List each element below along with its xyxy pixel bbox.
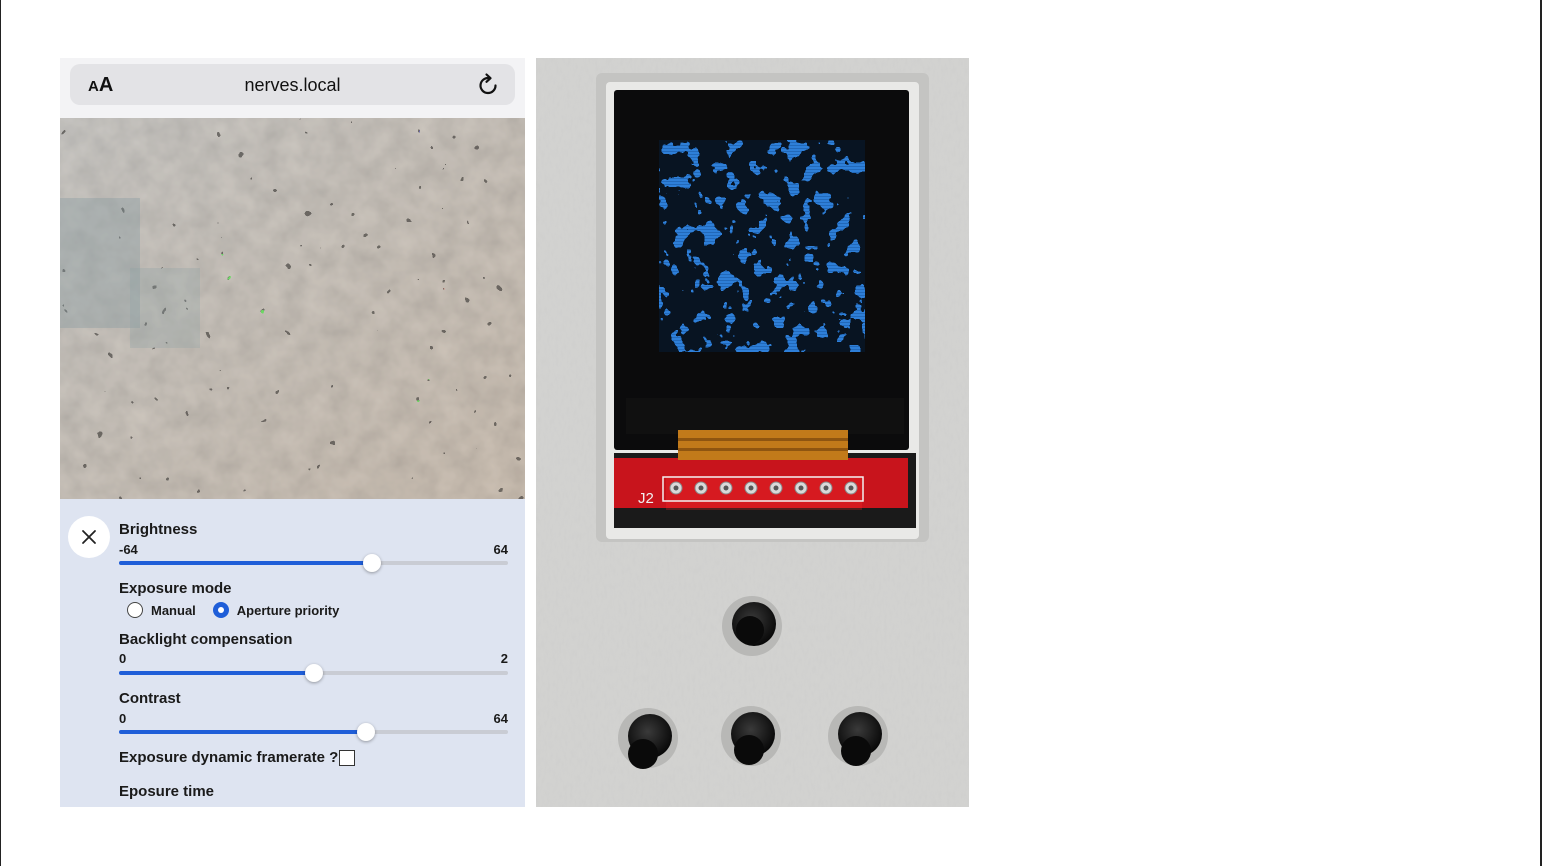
header-pin-hole [773,485,779,491]
header-pin-hole [848,485,854,491]
oled-screen [659,140,865,352]
exposure-dynamic-framerate-checkbox[interactable] [339,750,355,766]
url-text[interactable]: nerves.local [70,75,515,96]
pcb-j2-label: J2 [638,490,654,507]
header-pin-hole [698,485,704,491]
backlight-compensation-label: Backlight compensation [119,631,293,648]
header-pin-hole [748,485,754,491]
button-right[interactable] [828,706,888,766]
slider-thumb[interactable] [304,664,323,682]
header-pin-hole [723,485,729,491]
slider-thumb[interactable] [362,554,381,572]
device-photo: J2 [536,58,969,807]
slider-fill [119,730,366,734]
radio-manual-label[interactable]: Manual [151,603,196,618]
radio-aperture-priority[interactable] [212,602,229,618]
button-up[interactable] [722,596,782,656]
slider-fill [119,561,372,565]
address-bar[interactable]: AA nerves.local [70,64,515,105]
radio-manual[interactable] [127,602,143,618]
header-pin-hole [823,485,829,491]
phone-screenshot: AA nerves.local Brightness -64 64 Exposu… [60,58,525,807]
brightness-label: Brightness [119,521,198,538]
exposure-mode-label: Exposure mode [119,580,232,597]
slider-fill [119,671,314,675]
left-border [0,0,1,866]
contrast-label: Contrast [119,690,181,707]
close-button[interactable] [68,516,110,558]
flex-cable [678,430,848,460]
reload-icon[interactable] [475,72,501,98]
header-pin-hole [798,485,804,491]
exposure-time-label: Eposure time [119,783,215,800]
backlight-compensation-slider[interactable] [119,664,508,682]
camera-controls-panel: Brightness -64 64 Exposure mode Manual A… [60,499,525,807]
button-center[interactable] [721,706,781,766]
slider-thumb[interactable] [357,723,375,741]
camera-preview [60,118,525,499]
header-pin-hole [673,485,679,491]
close-icon [82,530,96,544]
exposure-dynamic-framerate-label: Exposure dynamic framerate ? [119,749,339,766]
exposure-mode-radio-group: Manual Aperture priority [127,600,356,620]
contrast-slider[interactable] [119,723,508,741]
brightness-slider[interactable] [119,554,508,572]
radio-aperture-priority-label[interactable]: Aperture priority [237,603,340,618]
